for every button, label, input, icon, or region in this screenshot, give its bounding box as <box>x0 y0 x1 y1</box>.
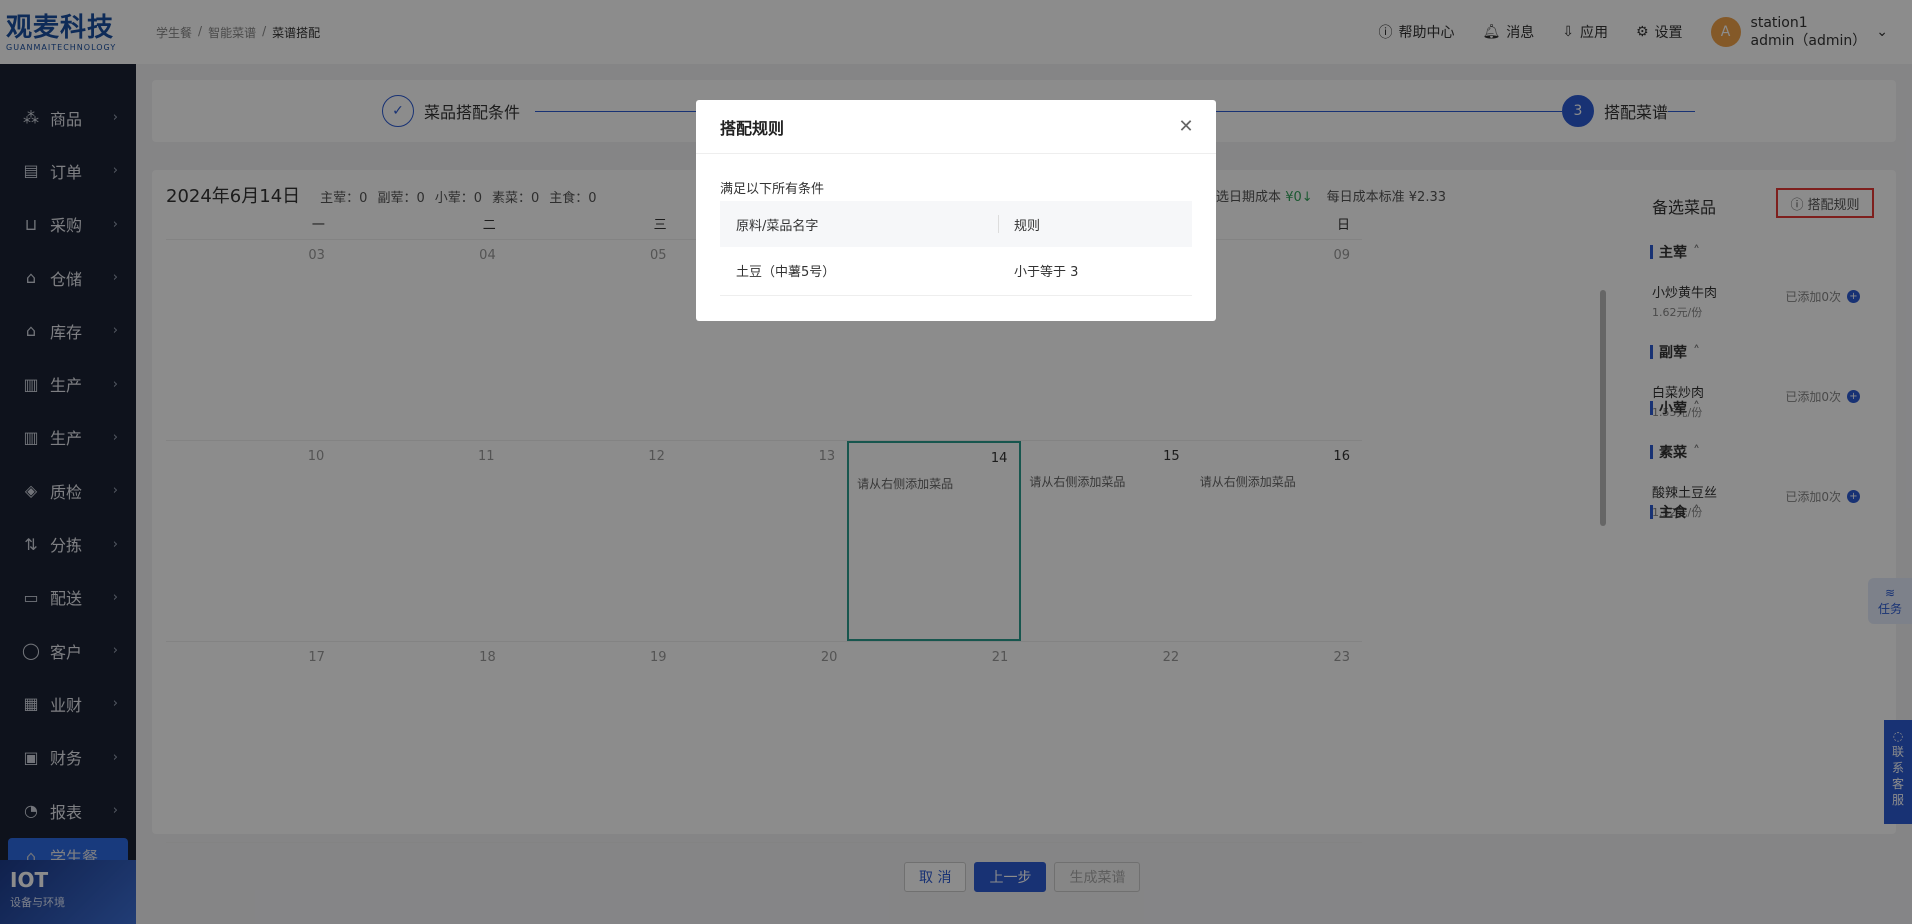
rule-modal: 搭配规则 ✕ 满足以下所有条件 原料/菜品名字 规则 土豆（中薯5号） 小于等于… <box>696 100 1216 321</box>
rule-value: 小于等于 3 <box>998 247 1192 296</box>
modal-body: 满足以下所有条件 原料/菜品名字 规则 土豆（中薯5号） 小于等于 3 <box>696 178 1216 296</box>
rule-table: 原料/菜品名字 规则 土豆（中薯5号） 小于等于 3 <box>720 201 1192 296</box>
column-header: 原料/菜品名字 <box>720 201 999 247</box>
column-header: 规则 <box>998 201 1192 247</box>
modal-title: 搭配规则 <box>720 118 785 138</box>
table-header-row: 原料/菜品名字 规则 <box>720 201 1192 247</box>
ingredient-name: 土豆（中薯5号） <box>720 247 999 296</box>
modal-header: 搭配规则 ✕ <box>696 100 1216 154</box>
close-icon[interactable]: ✕ <box>1176 116 1196 137</box>
table-row: 土豆（中薯5号） 小于等于 3 <box>720 247 1192 296</box>
condition-text: 满足以下所有条件 <box>720 182 825 197</box>
